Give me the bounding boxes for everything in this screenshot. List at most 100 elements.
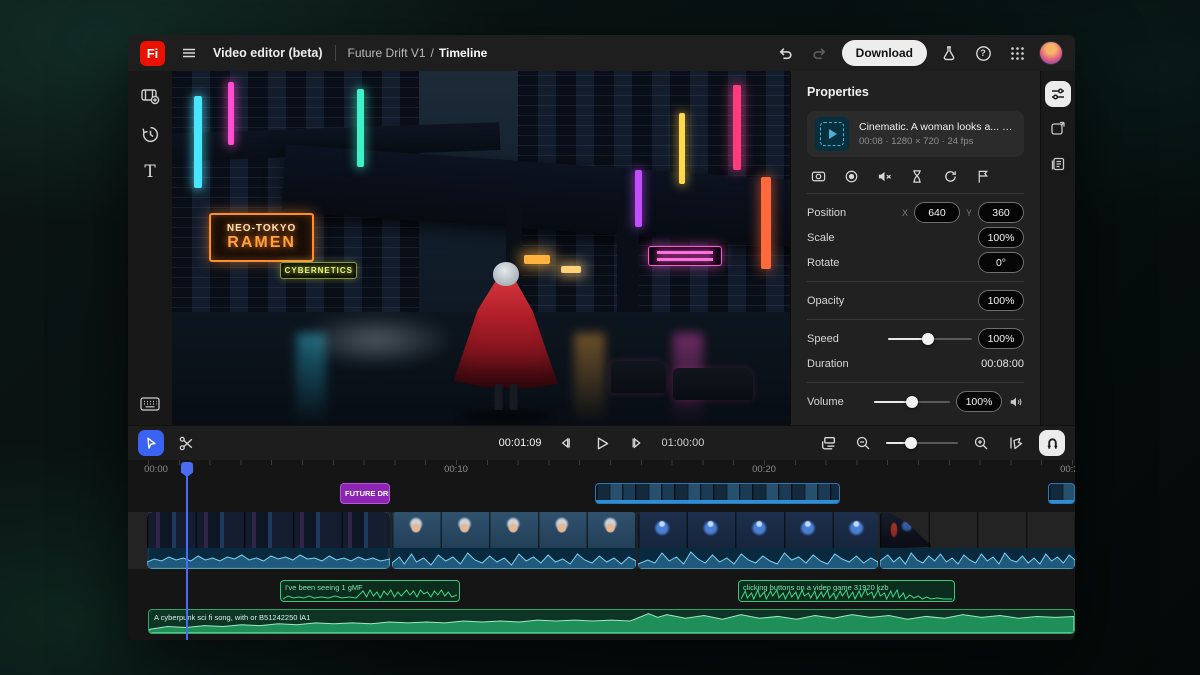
- sfx-clip-2[interactable]: clicking buttons on a video game 31920 k…: [738, 580, 955, 602]
- breadcrumb[interactable]: Future Drift V1 / Timeline: [348, 46, 488, 60]
- video-clip-2[interactable]: [392, 512, 636, 569]
- speed-input[interactable]: 100%: [978, 328, 1024, 349]
- flag-icon[interactable]: [974, 167, 992, 185]
- video-clip-1-selected[interactable]: [147, 512, 390, 569]
- neon-sign: [357, 89, 364, 167]
- neon-sign: [635, 170, 642, 227]
- speaker-icon[interactable]: [1008, 394, 1024, 410]
- properties-panel: Properties Cinematic. A woman looks a...…: [790, 71, 1040, 425]
- scene-car: [611, 361, 667, 393]
- select-tool-button[interactable]: [138, 430, 164, 456]
- top-bar: Fi Video editor (beta) Future Drift V1 /…: [128, 35, 1075, 71]
- sfx-clip-1[interactable]: I've been seeing 1 gMF: [280, 580, 460, 602]
- volume-row: Volume 100%: [807, 389, 1024, 414]
- mask-circle-icon[interactable]: [842, 167, 860, 185]
- beta-flask-icon[interactable]: [937, 41, 961, 65]
- timeline-area[interactable]: 00:00 00:10 00:20 00:30 FUTURE DRI: [128, 460, 1075, 640]
- title-text-clip[interactable]: FUTURE DRI: [340, 483, 390, 504]
- divider: [807, 281, 1024, 282]
- duration-row: Duration 00:08:00: [807, 351, 1024, 376]
- hourglass-icon[interactable]: [908, 167, 926, 185]
- sequence-stack-icon[interactable]: [816, 431, 840, 455]
- next-frame-icon[interactable]: [626, 431, 650, 455]
- previous-frame-icon[interactable]: [554, 431, 578, 455]
- music-clip[interactable]: A cyberpunk sci fi song, with or B512422…: [148, 609, 1075, 634]
- hamburger-menu-icon[interactable]: [177, 41, 201, 65]
- selected-clip-card[interactable]: Cinematic. A woman looks a... v.ffgenvid…: [807, 111, 1024, 157]
- magnet-snap-button[interactable]: [1039, 430, 1065, 456]
- sign-text-ramen: RAMEN: [227, 234, 296, 252]
- ruler-label: 00:00: [144, 464, 168, 475]
- position-x-input[interactable]: 640: [914, 202, 960, 223]
- video-preview[interactable]: NEO-TOKYO RAMEN CYBERNETICS: [172, 71, 790, 425]
- speed-slider[interactable]: [888, 333, 972, 345]
- left-toolbar: T: [128, 71, 172, 425]
- neon-sign: [679, 113, 685, 184]
- zoom-out-icon[interactable]: [851, 431, 875, 455]
- playhead-line[interactable]: [186, 462, 188, 640]
- transport-controls: 00:01:09 01:00:00: [499, 431, 705, 455]
- clip-thumbnail-icon: [815, 117, 849, 151]
- text-tool-icon[interactable]: T: [139, 161, 161, 183]
- user-avatar[interactable]: [1039, 41, 1063, 65]
- split-scissors-icon[interactable]: [174, 431, 198, 455]
- overlay-video-clip[interactable]: [595, 483, 840, 504]
- scale-label: Scale: [807, 232, 835, 244]
- clip-action-row: [809, 167, 1022, 185]
- breadcrumb-page: Timeline: [439, 46, 487, 60]
- pink-neon-sign: [648, 246, 722, 265]
- history-icon[interactable]: [139, 123, 161, 145]
- keyboard-shortcuts-icon[interactable]: [139, 393, 161, 415]
- add-media-icon[interactable]: [139, 85, 161, 107]
- neo-tokyo-ramen-sign: NEO-TOKYO RAMEN: [209, 213, 314, 263]
- scale-input[interactable]: 100%: [978, 227, 1024, 248]
- tracks-panel-button[interactable]: [1045, 151, 1071, 177]
- silver-hair: [493, 262, 519, 286]
- apps-grid-icon[interactable]: [1005, 41, 1029, 65]
- help-icon[interactable]: ?: [971, 41, 995, 65]
- sign-text-neo-tokyo: NEO-TOKYO: [227, 223, 296, 234]
- properties-tab-button[interactable]: [1045, 81, 1071, 107]
- undo-icon[interactable]: [774, 41, 798, 65]
- redo-icon[interactable]: [808, 41, 832, 65]
- ruler-label: 00:30: [1060, 464, 1075, 475]
- download-button[interactable]: Download: [842, 40, 927, 66]
- desktop-background: Fi Video editor (beta) Future Drift V1 /…: [0, 0, 1200, 675]
- title-clip-label: FUTURE DRI: [345, 489, 390, 498]
- scale-row: Scale 100%: [807, 225, 1024, 250]
- camera-icon[interactable]: [809, 167, 827, 185]
- timeline-toolbar: 00:01:09 01:00:00: [128, 425, 1075, 460]
- video-clip-4[interactable]: [880, 512, 1075, 569]
- video-clip-3[interactable]: [638, 512, 878, 569]
- x-axis-label: X: [902, 208, 908, 218]
- speed-label: Speed: [807, 333, 839, 345]
- timeline-zoom-slider[interactable]: [886, 437, 958, 449]
- overlay-video-clip[interactable]: [1048, 483, 1075, 504]
- breadcrumb-separator: /: [431, 46, 434, 60]
- duration-label: Duration: [807, 358, 849, 370]
- timeline-ruler[interactable]: 00:00 00:10 00:20 00:30: [128, 460, 1075, 480]
- neon-sign: [228, 82, 234, 146]
- scene-car: [673, 368, 753, 400]
- regenerate-icon[interactable]: [941, 167, 959, 185]
- right-toolbar: [1040, 71, 1075, 425]
- clip-meta: 00:08 · 1280 × 720 · 24 fps: [859, 136, 1016, 147]
- rotate-input[interactable]: 0°: [978, 252, 1024, 273]
- breadcrumb-project[interactable]: Future Drift V1: [348, 46, 426, 60]
- volume-slider[interactable]: [874, 396, 950, 408]
- position-y-input[interactable]: 360: [978, 202, 1024, 223]
- rotate-label: Rotate: [807, 257, 839, 269]
- snap-playhead-icon[interactable]: [1004, 431, 1028, 455]
- divider: [335, 45, 336, 61]
- reframe-button[interactable]: [1045, 116, 1071, 142]
- play-button-icon[interactable]: [590, 431, 614, 455]
- firefly-logo[interactable]: Fi: [140, 41, 165, 66]
- zoom-in-icon[interactable]: [969, 431, 993, 455]
- ruler-label: 00:20: [752, 464, 776, 475]
- position-row: Position X 640 Y 360: [807, 200, 1024, 225]
- position-label: Position: [807, 207, 846, 219]
- mute-audio-icon[interactable]: [875, 167, 893, 185]
- opacity-input[interactable]: 100%: [978, 290, 1024, 311]
- volume-input[interactable]: 100%: [956, 391, 1002, 412]
- duration-value: 00:08:00: [981, 358, 1024, 370]
